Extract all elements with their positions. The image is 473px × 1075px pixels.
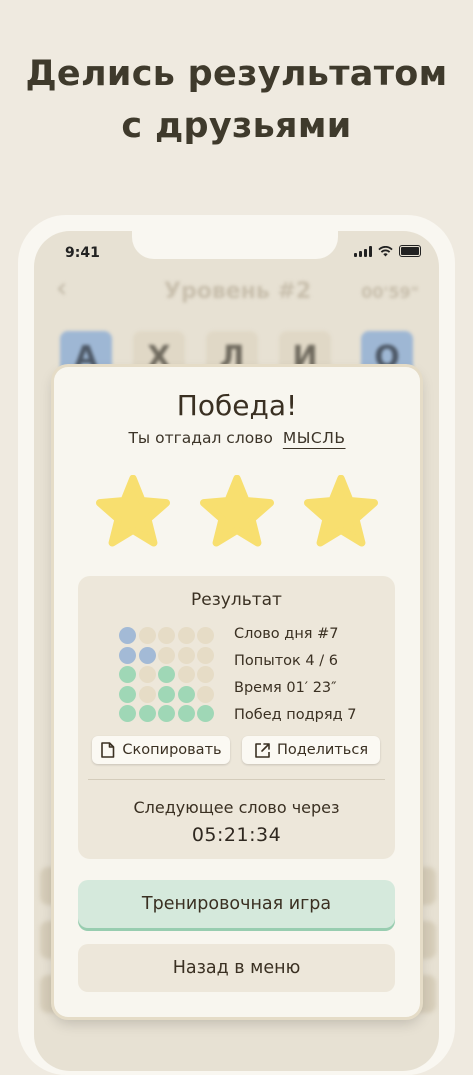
level-timer: 00'59" [361, 283, 419, 302]
level-title: Уровень #2 [164, 279, 312, 304]
result-dot-green [119, 705, 136, 722]
result-dot-green [177, 685, 195, 703]
back-arrow-icon[interactable]: ‹ [56, 271, 67, 304]
victory-dialog: Победа! Ты отгадал слово МЫСЛЬ Результат … [54, 367, 420, 1017]
result-dot-beige [197, 627, 214, 644]
result-dot-green [119, 685, 136, 703]
star-icon [200, 475, 274, 547]
guessed-prefix: Ты отгадал слово [128, 429, 273, 447]
result-dot-green [138, 705, 156, 722]
victory-title: Победа! [176, 389, 298, 422]
status-time: 9:41 [65, 245, 100, 261]
result-title: Результат [191, 590, 282, 610]
result-dot-beige [158, 627, 175, 644]
result-dot-blue [138, 646, 156, 664]
result-dot-green [158, 685, 175, 703]
next-word-countdown: 05:21:34 [191, 824, 282, 846]
stat-word-of-day: Слово дня #7 [234, 626, 339, 642]
result-dot-green [177, 705, 195, 722]
status-icons [354, 245, 421, 257]
battery-icon [399, 245, 421, 257]
guessed-word-row: Ты отгадал слово МЫСЛЬ [54, 429, 420, 447]
wifi-icon [378, 245, 393, 256]
divider [88, 779, 385, 780]
share-icon [255, 742, 270, 758]
copy-icon [101, 742, 115, 758]
stat-time: Время 01′ 23″ [234, 680, 337, 696]
phone-notch [132, 231, 338, 259]
copy-button[interactable]: Скопировать [92, 736, 230, 764]
result-dot-beige [177, 666, 195, 683]
result-dot-green [158, 666, 175, 683]
back-to-menu-button[interactable]: Назад в меню [78, 944, 395, 992]
share-button[interactable]: Поделиться [242, 736, 380, 764]
copy-button-label: Скопировать [122, 742, 222, 758]
result-dot-beige [158, 646, 175, 664]
result-dot-beige [197, 666, 214, 683]
result-dot-beige [138, 666, 156, 683]
result-dot-beige [177, 646, 195, 664]
practice-game-button[interactable]: Тренировочная игра [78, 880, 395, 928]
star-icon [304, 475, 378, 547]
promo-headline: Делись результатом с друзьями [0, 48, 473, 152]
signal-icon [354, 245, 372, 257]
result-dot-beige [138, 685, 156, 703]
result-dot-green [158, 705, 175, 722]
result-card: Результат Слово дня #7 Попыток 4 / 6 Вре… [78, 576, 395, 859]
result-dot-green [197, 705, 214, 722]
next-word-label: Следующее слово через [133, 798, 340, 817]
result-dot-blue [119, 627, 136, 644]
promo-line-1: Делись результатом [25, 54, 448, 94]
guessed-word: МЫСЛЬ [282, 429, 346, 447]
result-dot-beige [197, 646, 214, 664]
star-icon [96, 475, 170, 547]
stat-streak: Побед подряд 7 [234, 707, 357, 723]
result-dot-beige [177, 627, 195, 644]
stat-attempts: Попыток 4 / 6 [234, 653, 338, 669]
promo-line-2: с друзьями [121, 106, 352, 146]
result-dot-green [119, 666, 136, 683]
share-button-label: Поделиться [276, 742, 369, 758]
result-dot-blue [119, 646, 136, 664]
result-dot-beige [197, 685, 214, 703]
result-dot-beige [138, 627, 156, 644]
